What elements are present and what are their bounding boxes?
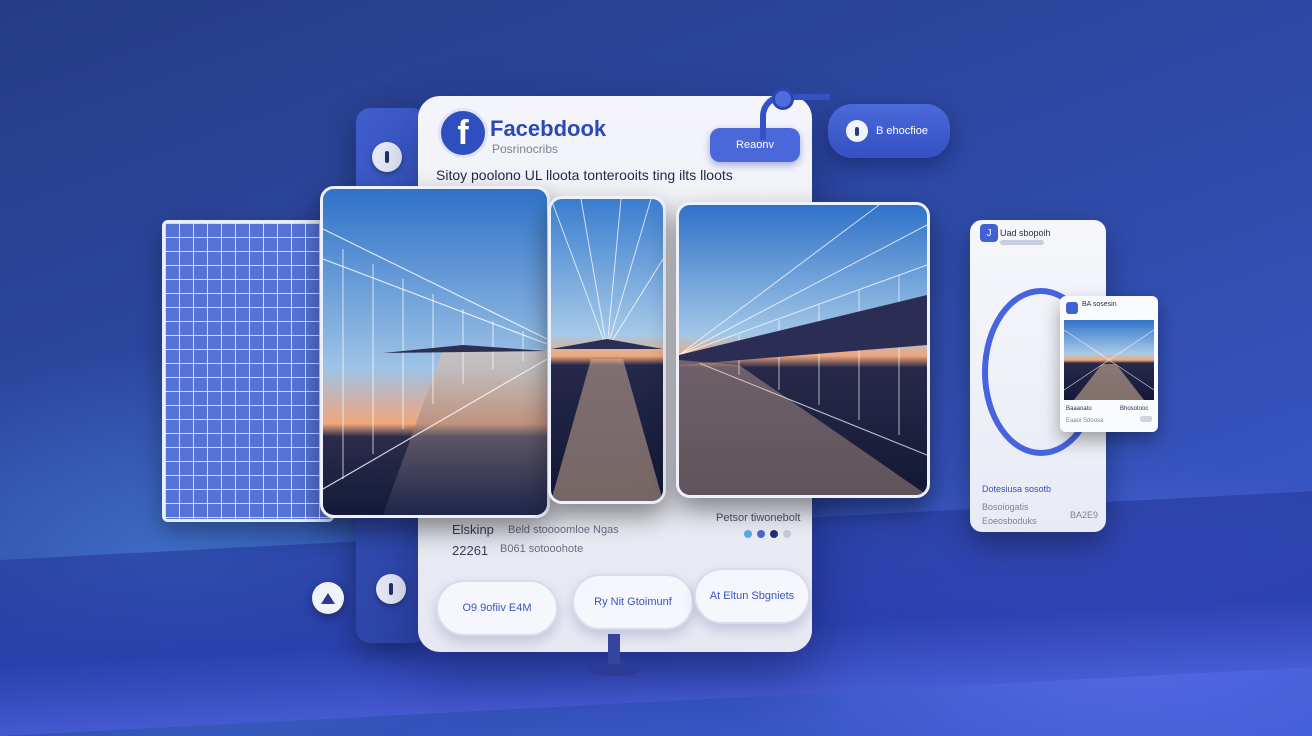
mini-post-card[interactable]: BA sosesin Baaaoatu Bhosotooc Eaaoi Sdoo… [1060,296,1158,432]
action-button-1[interactable]: O9 9ofiiv E4M [436,580,558,636]
brand-subtitle: Posrinocribs [492,142,559,156]
top-knob-icon[interactable] [372,142,402,172]
action-button-3[interactable]: At Eltun Sbgniets [694,568,810,624]
side-card-line-2: Bosoiogatis [982,502,1029,512]
stat-label-primary: Elskinp [452,522,494,537]
mini-card-label-2: Bhosotooc [1120,406,1149,412]
stat-detail-primary: Beld stoooomloe Ngas [508,524,619,536]
mini-card-badge [1140,416,1152,422]
stat-value-secondary: 22261 [452,543,489,558]
side-card-title: Uad sbopoih [1000,228,1051,238]
carousel-dots[interactable] [744,530,791,538]
action-button-2[interactable]: Ry Nit Gtoimunf [572,574,694,630]
photo-panel-left[interactable] [320,186,550,518]
side-card-line-3: Eoeosboduks [982,516,1037,526]
navigate-up-icon[interactable] [312,582,344,614]
photo-panel-center[interactable] [548,196,666,504]
mini-card-label-1: Baaaoatu [1066,406,1092,412]
side-card-app-icon: J [980,224,998,242]
photo-panel-right[interactable] [676,202,930,498]
carousel-dot-1[interactable] [744,530,752,538]
stat-detail-secondary: B061 sotooohote [500,543,584,555]
mini-card-title: BA sosesin [1082,301,1117,308]
post-headline: Sitoy poolono UL lloota tonterooits ting… [436,167,733,183]
facebook-logo-icon: f [438,108,488,158]
stat-right-title: Petsor tiwonebolt [716,512,801,524]
toggle-knob[interactable] [772,88,794,110]
grid-panel [162,220,334,522]
mini-card-photo [1063,320,1155,400]
bottom-knob-icon[interactable] [376,574,406,604]
floating-chip-button[interactable]: B ehocfioe [828,104,950,158]
brand-title: Facebdook [490,116,607,141]
card-stand-base [588,664,640,676]
mini-card-label-3: Eaaoi Sdoosa [1066,418,1104,424]
mini-card-app-icon [1066,302,1078,314]
side-card-line-4: BA2E9 [1070,510,1099,520]
carousel-dot-4[interactable] [783,530,791,538]
chip-info-icon [846,120,868,142]
carousel-dot-3[interactable] [770,530,778,538]
side-card-placeholder-bar [1000,240,1044,245]
carousel-dot-2[interactable] [757,530,765,538]
chip-label: B ehocfioe [876,125,928,137]
side-card-line-1: Dotesiusa sosotb [982,484,1052,494]
toggle-connector [760,94,830,140]
